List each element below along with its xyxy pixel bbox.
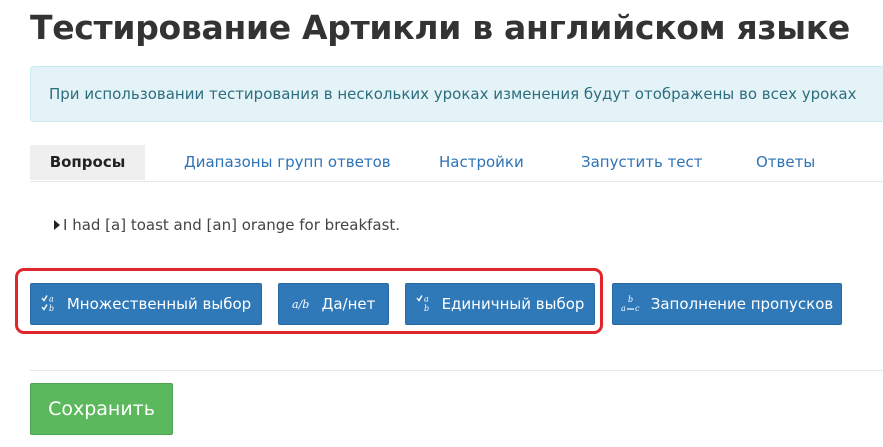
- single-choice-button[interactable]: a b Единичный выбор: [405, 283, 595, 325]
- info-alert: При использовании тестирования в несколь…: [30, 66, 883, 122]
- multiple-choice-button[interactable]: a b Множественный выбор: [30, 283, 262, 325]
- question-item[interactable]: I had [a] toast and [an] orange for brea…: [54, 216, 400, 234]
- fill-blanks-button[interactable]: b a c Заполнение пропусков: [612, 283, 842, 325]
- tab-start-test[interactable]: Запустить тест: [581, 145, 703, 180]
- tabs-bar: Вопросы Диапазоны групп ответов Настройк…: [30, 145, 883, 182]
- tab-questions[interactable]: Вопросы: [30, 145, 145, 180]
- fill-blanks-icon: b a c: [621, 295, 640, 313]
- svg-text:a/b: a/b: [292, 298, 309, 311]
- svg-text:b: b: [49, 304, 54, 313]
- svg-text:b: b: [628, 295, 633, 304]
- divider: [30, 370, 883, 371]
- svg-text:a: a: [49, 295, 54, 304]
- single-choice-label: Единичный выбор: [441, 295, 585, 313]
- yes-no-button[interactable]: a/b Да/нет: [278, 283, 389, 325]
- fill-blanks-label: Заполнение пропусков: [650, 295, 834, 313]
- info-alert-text: При использовании тестирования в несколь…: [49, 85, 857, 103]
- tab-answers[interactable]: Ответы: [756, 145, 815, 180]
- svg-text:b: b: [424, 304, 429, 313]
- single-choice-icon: a b: [416, 295, 429, 313]
- multiple-choice-label: Множественный выбор: [66, 295, 252, 313]
- svg-text:c: c: [635, 304, 640, 313]
- svg-text:a: a: [621, 304, 626, 313]
- page-title: Тестирование Артикли в английском языке: [30, 8, 851, 47]
- yes-no-label: Да/нет: [321, 295, 376, 313]
- svg-text:a: a: [424, 295, 429, 304]
- yes-no-icon: a/b: [292, 298, 309, 311]
- save-button[interactable]: Сохранить: [30, 383, 173, 435]
- question-text: I had [a] toast and [an] orange for brea…: [63, 216, 401, 234]
- multiple-choice-icon: a b: [41, 295, 54, 313]
- tab-answer-group-ranges[interactable]: Диапазоны групп ответов: [184, 145, 391, 180]
- caret-right-icon[interactable]: [54, 220, 60, 230]
- tab-settings[interactable]: Настройки: [439, 145, 524, 180]
